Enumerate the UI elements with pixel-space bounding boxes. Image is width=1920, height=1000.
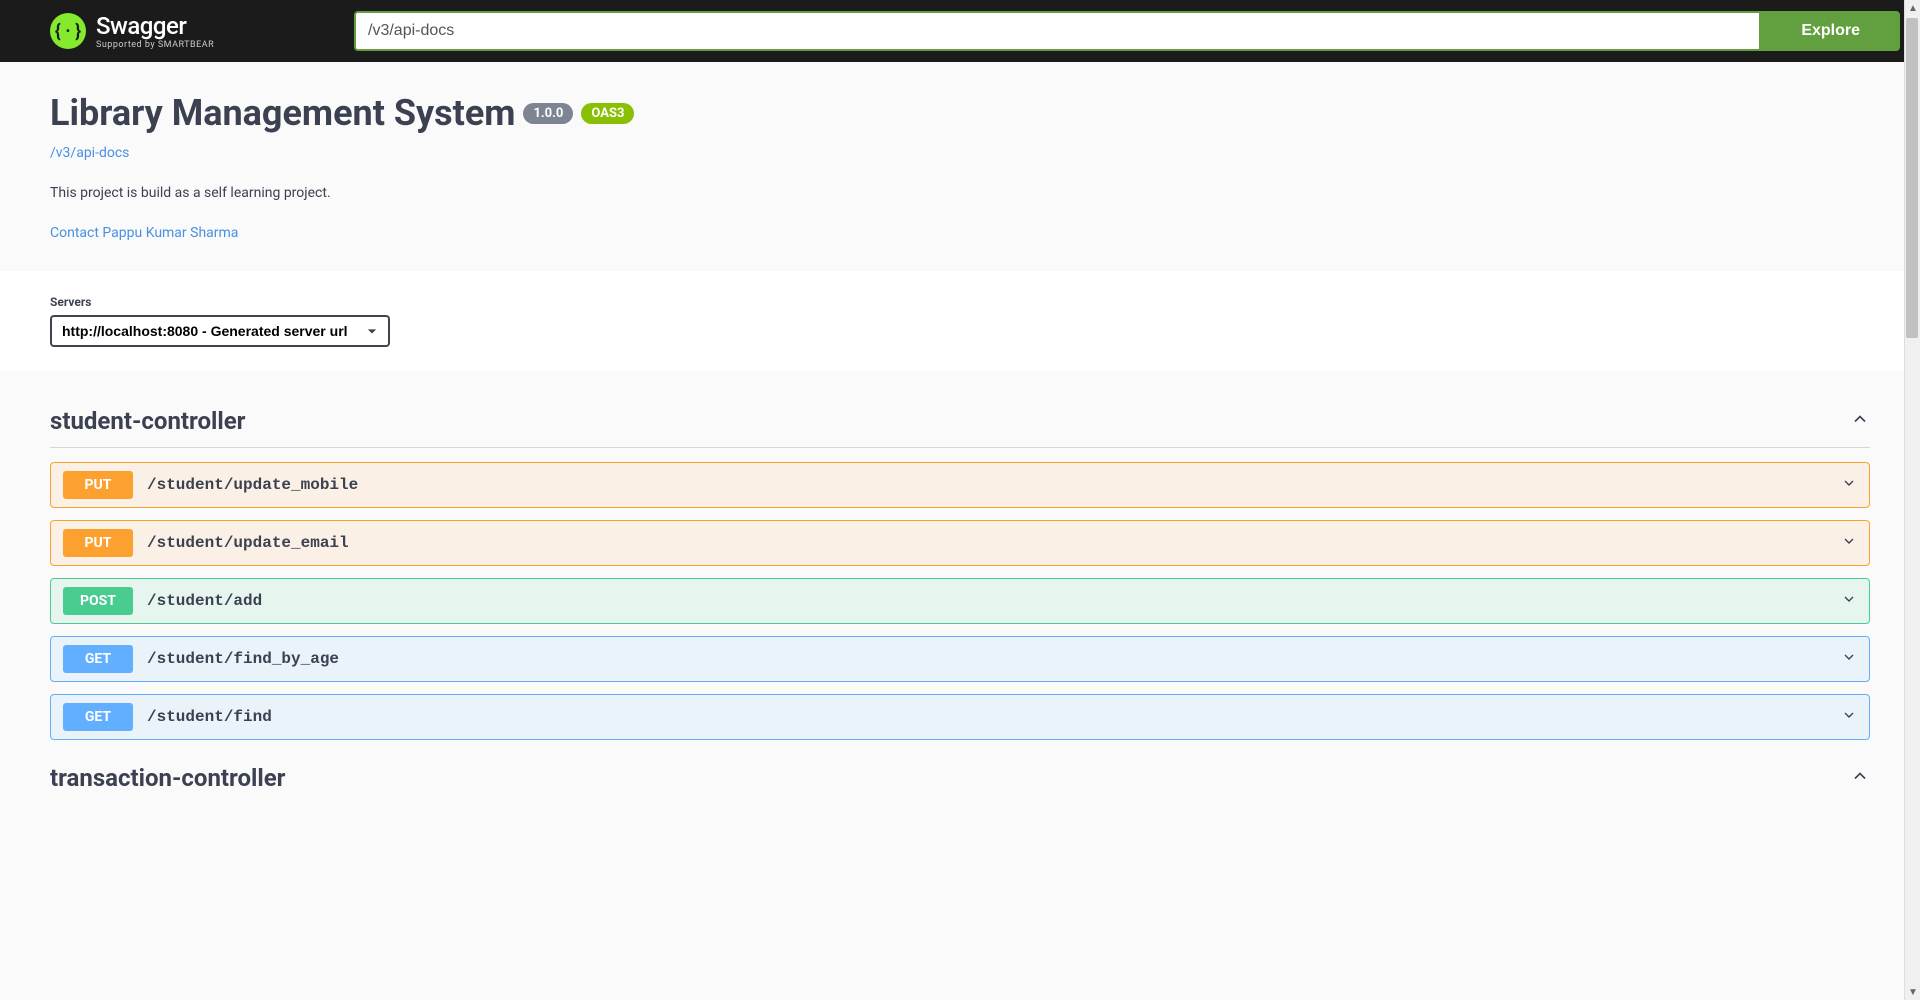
- scrollbar-up-icon[interactable]: ▲: [1905, 0, 1920, 16]
- endpoint-row[interactable]: PUT/student/update_email: [50, 520, 1870, 566]
- method-badge: PUT: [63, 471, 133, 499]
- method-badge: GET: [63, 645, 133, 673]
- api-docs-link[interactable]: /v3/api-docs: [50, 145, 129, 161]
- chevron-down-icon: [1841, 649, 1857, 669]
- servers-section: Servers http://localhost:8080 - Generate…: [0, 271, 1920, 371]
- server-select[interactable]: http://localhost:8080 - Generated server…: [50, 315, 390, 347]
- endpoint-path: /student/add: [147, 592, 1841, 610]
- controller-header[interactable]: student-controller: [50, 395, 1870, 447]
- chevron-up-icon: [1850, 409, 1870, 433]
- controller-name: transaction-controller: [50, 764, 285, 792]
- method-badge: POST: [63, 587, 133, 615]
- api-description: This project is build as a self learning…: [50, 185, 1870, 201]
- scrollbar[interactable]: ▲ ▼: [1904, 0, 1920, 1000]
- api-title: Library Management System: [50, 92, 515, 134]
- api-url-input[interactable]: [354, 11, 1761, 51]
- oas-badge: OAS3: [581, 103, 634, 124]
- chevron-up-icon: [1850, 766, 1870, 790]
- contact-link[interactable]: Contact Pappu Kumar Sharma: [50, 225, 1870, 241]
- scrollbar-thumb[interactable]: [1906, 18, 1918, 338]
- endpoint-row[interactable]: PUT/student/update_mobile: [50, 462, 1870, 508]
- tag-divider: [50, 447, 1870, 448]
- endpoint-path: /student/update_email: [147, 534, 1841, 552]
- logo-container: { · } Swagger Supported by SMARTBEAR: [50, 12, 330, 50]
- scrollbar-down-icon[interactable]: ▼: [1905, 984, 1920, 1000]
- chevron-down-icon: [1841, 533, 1857, 553]
- servers-label: Servers: [50, 295, 1870, 309]
- explore-button[interactable]: Explore: [1761, 11, 1900, 51]
- endpoint-path: /student/update_mobile: [147, 476, 1841, 494]
- info-section: Library Management System 1.0.0 OAS3 /v3…: [0, 62, 1920, 271]
- chevron-down-icon: [1841, 707, 1857, 727]
- controller-header[interactable]: transaction-controller: [50, 752, 1870, 804]
- endpoint-path: /student/find_by_age: [147, 650, 1841, 668]
- logo-subtitle: Supported by SMARTBEAR: [96, 40, 214, 50]
- method-badge: PUT: [63, 529, 133, 557]
- endpoint-row[interactable]: POST/student/add: [50, 578, 1870, 624]
- version-badge: 1.0.0: [523, 103, 573, 124]
- endpoint-row[interactable]: GET/student/find_by_age: [50, 636, 1870, 682]
- title-row: Library Management System 1.0.0 OAS3: [50, 92, 1870, 134]
- logo-title: Swagger: [96, 12, 214, 40]
- chevron-down-icon: [1841, 475, 1857, 495]
- topbar: { · } Swagger Supported by SMARTBEAR Exp…: [0, 0, 1920, 62]
- logo-text-block: Swagger Supported by SMARTBEAR: [96, 12, 214, 50]
- method-badge: GET: [63, 703, 133, 731]
- swagger-logo-icon: { · }: [50, 13, 86, 49]
- controller-name: student-controller: [50, 407, 245, 435]
- endpoint-path: /student/find: [147, 708, 1841, 726]
- endpoint-row[interactable]: GET/student/find: [50, 694, 1870, 740]
- chevron-down-icon: [1841, 591, 1857, 611]
- controllers-section: student-controller PUT/student/update_mob…: [0, 371, 1920, 828]
